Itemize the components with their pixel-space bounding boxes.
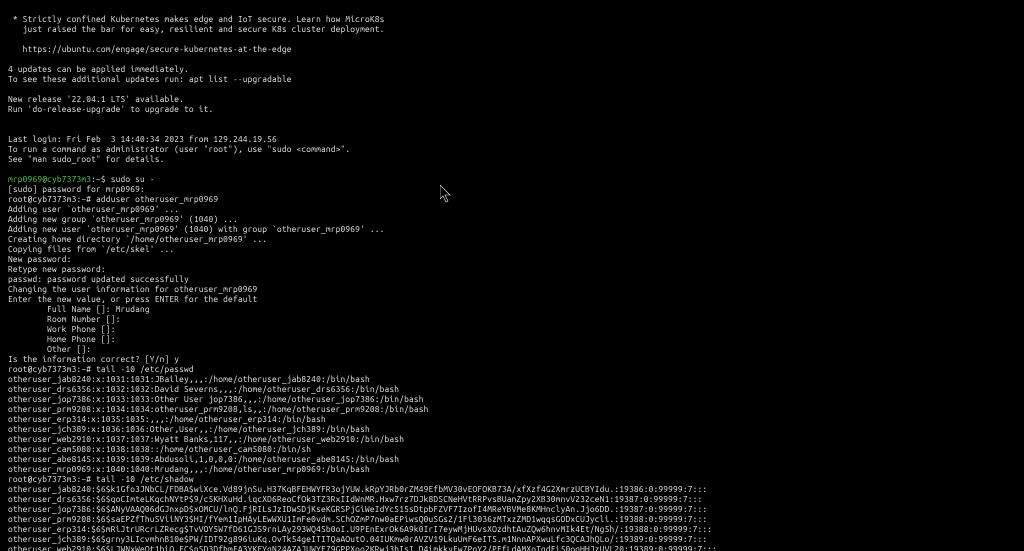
terminal-output[interactable]: * Strictly confined Kubernetes makes edg…: [0, 8, 1024, 551]
